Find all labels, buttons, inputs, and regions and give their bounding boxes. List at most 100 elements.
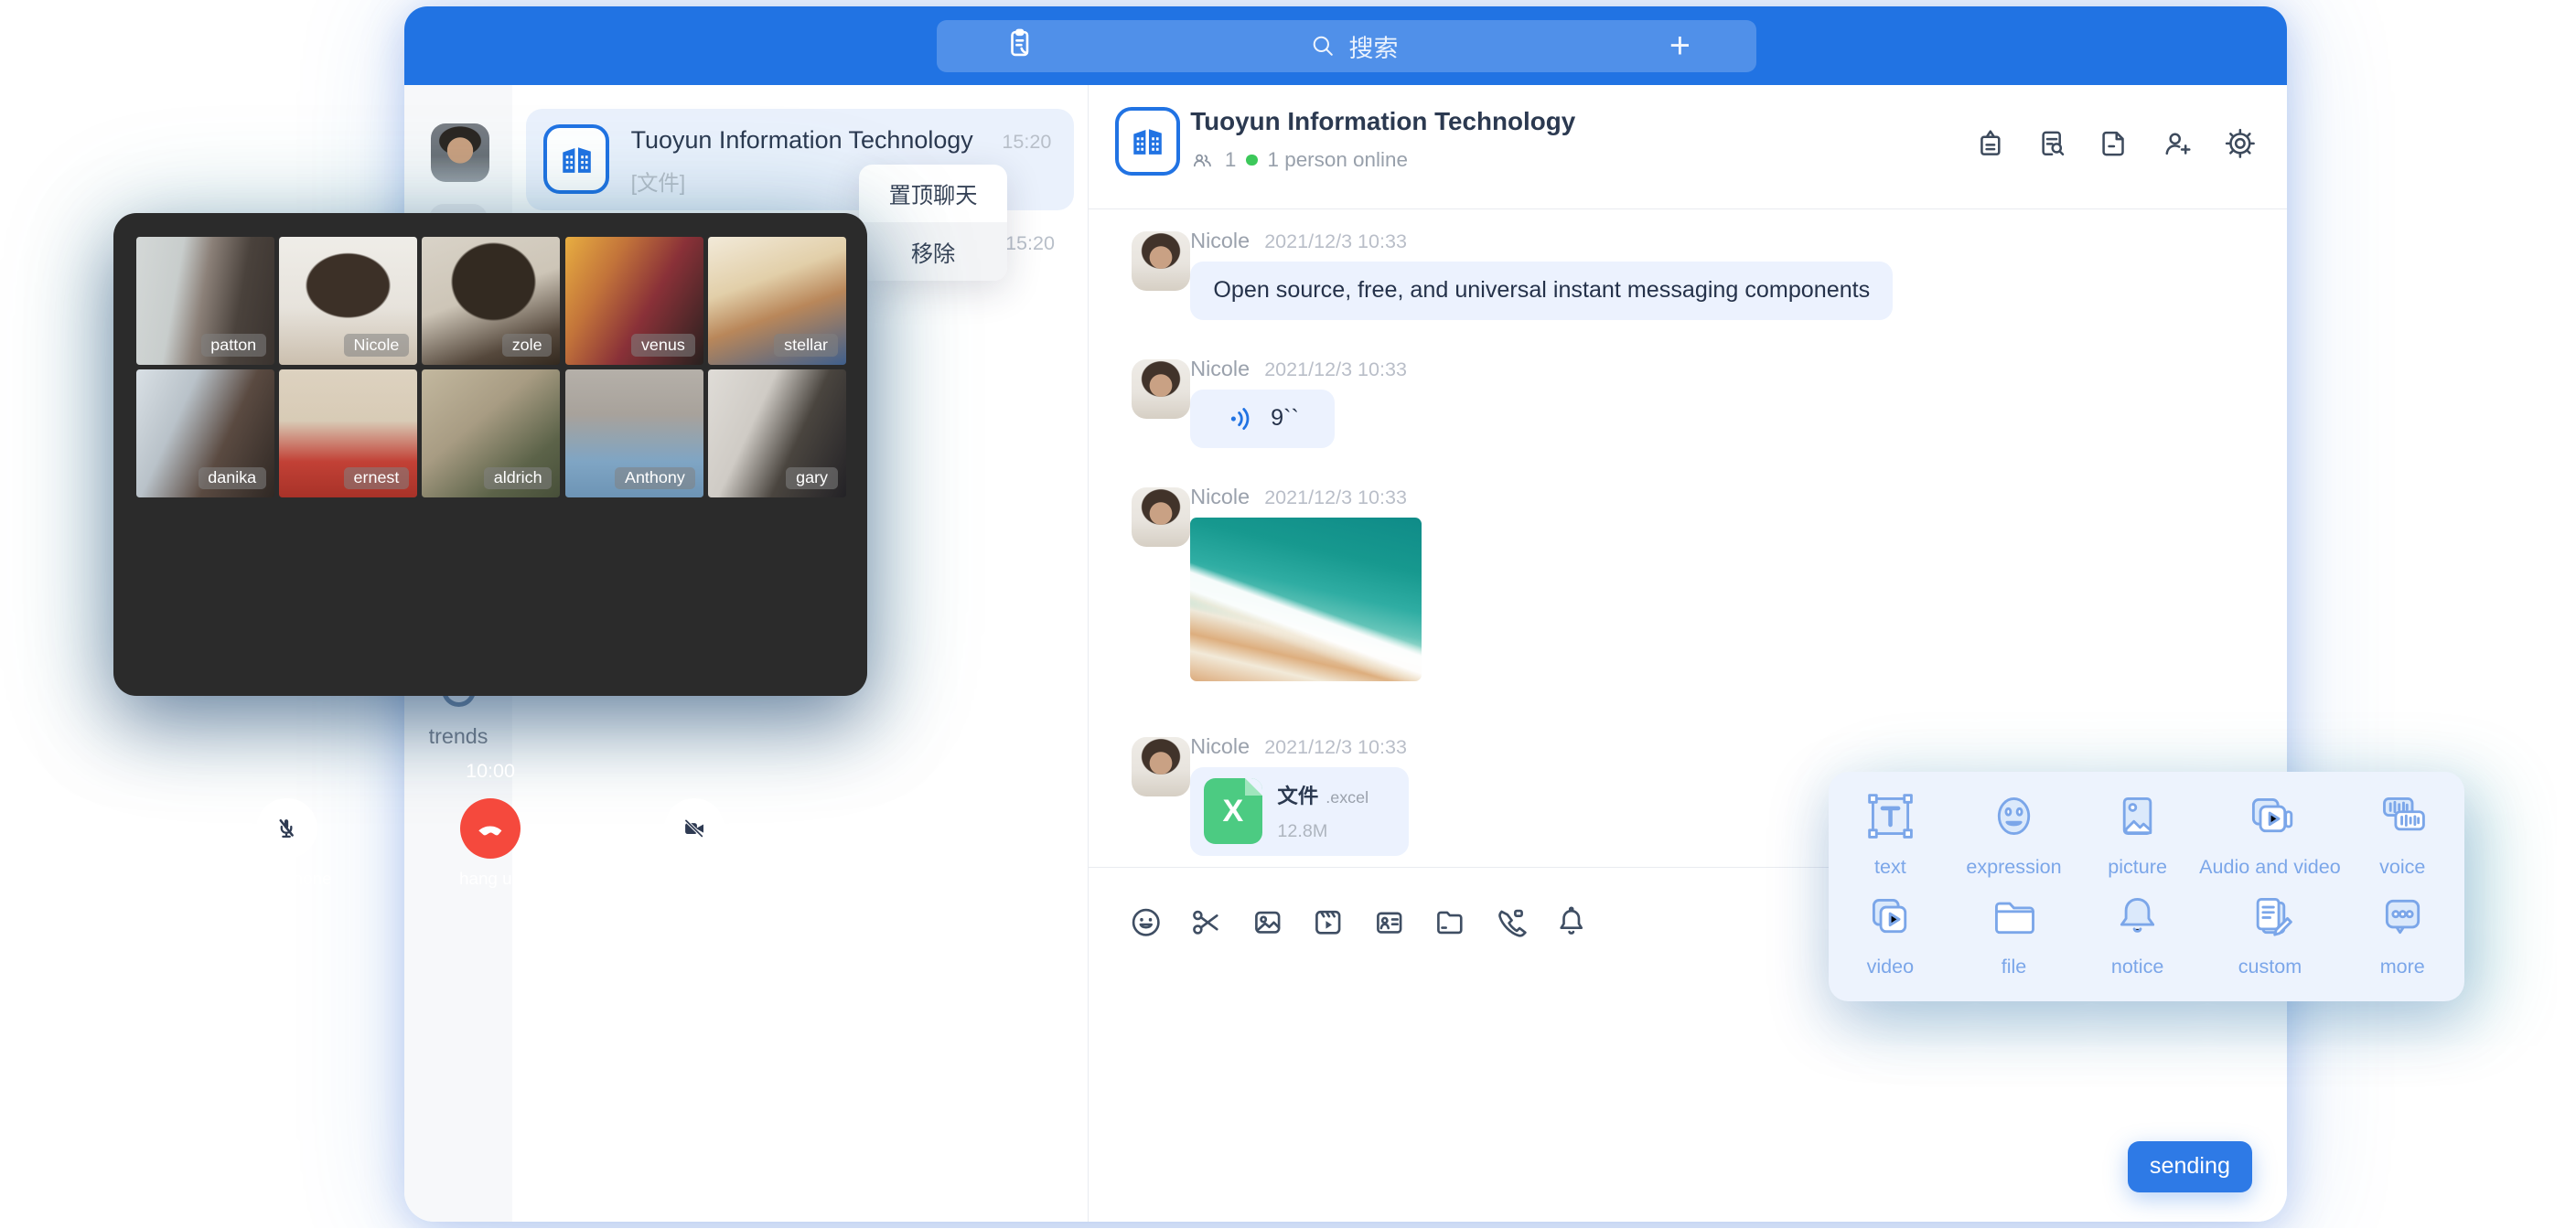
conversation-title: Tuoyun Information Technology (631, 126, 973, 155)
menu-item-remove[interactable]: 移除 (859, 222, 1007, 281)
image-icon[interactable] (1250, 904, 1286, 948)
participant-name: danika (199, 467, 266, 490)
group-call-panel: patton Nicole zole venus stellar danika … (113, 213, 867, 696)
file-ext: .excel (1326, 788, 1368, 807)
beach-photo-message[interactable] (1190, 518, 1422, 682)
participant-tile[interactable]: gary (708, 369, 846, 497)
attach-item-text[interactable]: text (1862, 788, 1918, 889)
video-clip-icon[interactable] (1310, 904, 1347, 948)
participant-tile[interactable]: patton (136, 237, 274, 365)
video-call-icon[interactable] (1493, 904, 1530, 948)
participant-name: ernest (344, 467, 409, 490)
add-member-icon[interactable] (2161, 126, 2195, 168)
vote-icon[interactable] (1973, 126, 2008, 168)
participant-name: Nicole (344, 334, 409, 357)
attach-item-video[interactable]: video (1862, 889, 1918, 989)
participant-name: patton (201, 334, 266, 357)
notice-bell-icon (2109, 889, 2165, 945)
picture-icon (2109, 788, 2165, 844)
file-folder-icon (1986, 889, 2042, 945)
participant-tile[interactable]: aldrich (422, 369, 560, 497)
attach-label: voice (2375, 855, 2431, 879)
custom-doc-icon (2242, 889, 2298, 945)
add-icon[interactable]: + (1669, 28, 1690, 65)
participant-tile[interactable]: danika (136, 369, 274, 497)
file-bubble[interactable]: X 文件 .excel 12.8M (1190, 767, 1409, 856)
chat-group-avatar (1115, 107, 1181, 176)
self-avatar[interactable] (431, 123, 490, 183)
attach-item-more[interactable]: more (2375, 889, 2431, 989)
emoji-icon[interactable] (1128, 904, 1165, 948)
settings-gear-icon[interactable] (2223, 126, 2258, 168)
excel-file-icon: X (1204, 778, 1263, 844)
sender-avatar[interactable] (1132, 737, 1191, 796)
attach-label: text (1862, 855, 1918, 879)
sender-avatar[interactable] (1132, 487, 1191, 547)
message-time: 2021/12/3 10:33 (1264, 486, 1407, 508)
folder-icon[interactable] (1432, 904, 1468, 948)
screenshot-scissors-icon[interactable] (1188, 904, 1225, 948)
hang-up-label: hang up (413, 869, 569, 889)
participant-name: venus (631, 334, 694, 357)
contact-card-icon[interactable] (1371, 904, 1408, 948)
attach-item-file[interactable]: file (1986, 889, 2042, 989)
microphone-label: microphone (209, 869, 365, 889)
participant-tile[interactable]: ernest (279, 369, 417, 497)
building-icon (557, 140, 596, 179)
voice-duration: 9`` (1271, 405, 1299, 432)
chat-history-search-icon[interactable] (2035, 126, 2070, 168)
attach-label: Audio and video (2199, 855, 2341, 879)
participant-name: stellar (774, 334, 837, 357)
attach-item-notice[interactable]: notice (2109, 889, 2165, 989)
building-icon (1128, 122, 1167, 161)
search-bar[interactable]: 搜索 + (937, 20, 1756, 72)
participant-tile[interactable]: zole (422, 237, 560, 365)
participant-tile[interactable]: Anthony (565, 369, 703, 497)
file-size: 12.8M (1277, 820, 1368, 843)
message-time: 2021/12/3 10:33 (1264, 735, 1407, 758)
file-name: 文件 (1277, 785, 1318, 807)
hang-up-button[interactable]: hang up (413, 798, 569, 889)
attach-item-audio-video[interactable]: Audio and video (2199, 788, 2341, 889)
send-button[interactable]: sending (2128, 1141, 2252, 1192)
trends-label: trends (404, 724, 513, 749)
participant-tile[interactable]: Nicole (279, 237, 417, 365)
chat-header: Tuoyun Information Technology 1 1 person… (1089, 85, 2287, 209)
search-field[interactable]: 搜索 (1309, 28, 1398, 64)
menu-item-pin-chat[interactable]: 置顶聊天 (859, 165, 1007, 223)
voice-bubble[interactable]: 9`` (1190, 390, 1335, 449)
file-collection-icon[interactable] (2098, 126, 2132, 168)
camera-off-icon (679, 813, 710, 844)
notification-bell-icon[interactable] (1553, 904, 1590, 948)
text-icon (1862, 788, 1918, 844)
attach-label: notice (2109, 955, 2165, 978)
camera-label: Camera (616, 869, 772, 889)
voice-wave-icon (1227, 403, 1258, 434)
participant-name: zole (502, 334, 552, 357)
call-records-icon[interactable] (1002, 25, 1038, 69)
text-bubble[interactable]: Open source, free, and universal instant… (1190, 262, 1893, 321)
audio-video-icon (2242, 788, 2298, 844)
attach-item-custom[interactable]: custom (2238, 889, 2302, 989)
sender-avatar[interactable] (1132, 359, 1191, 419)
attach-item-expression[interactable]: expression (1966, 788, 2061, 889)
video-icon (1862, 889, 1918, 945)
attach-item-voice[interactable]: voice (2375, 788, 2431, 889)
group-avatar (543, 124, 609, 193)
online-status: 1 person online (1268, 148, 1408, 172)
participant-name: Anthony (615, 467, 694, 490)
participant-tile[interactable]: stellar (708, 237, 846, 365)
conversation-context-menu: 置顶聊天 移除 (859, 165, 1007, 282)
chat-panel: Tuoyun Information Technology 1 1 person… (1088, 85, 2287, 1222)
attach-item-picture[interactable]: picture (2108, 788, 2167, 889)
sender-name: Nicole (1190, 229, 1250, 252)
microphone-button[interactable]: microphone (209, 798, 365, 889)
hang-up-icon (473, 811, 508, 846)
attach-label: more (2375, 955, 2431, 978)
participant-name: gary (786, 467, 837, 490)
sender-avatar[interactable] (1132, 231, 1191, 291)
call-duration: 10:00 (113, 759, 867, 783)
member-count: 1 (1225, 148, 1236, 172)
participant-tile[interactable]: venus (565, 237, 703, 365)
camera-button[interactable]: Camera (616, 798, 772, 889)
